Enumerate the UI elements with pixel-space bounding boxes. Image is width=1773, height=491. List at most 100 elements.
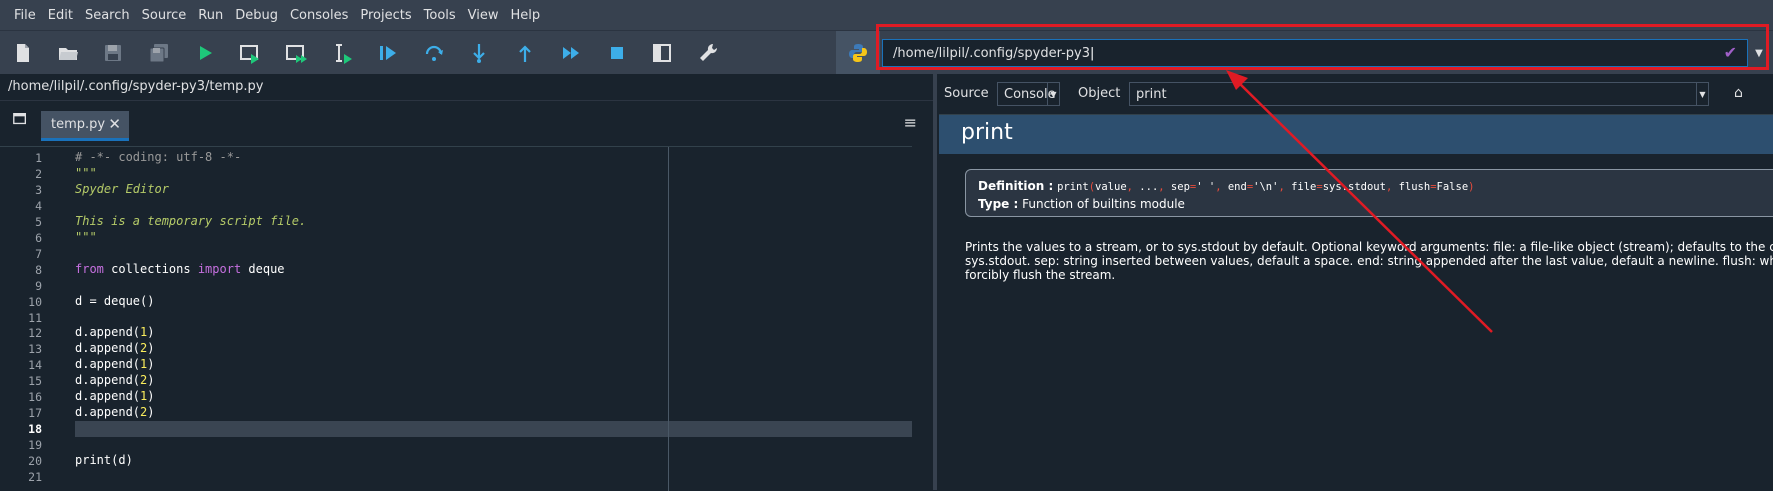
run-cell-advance-icon[interactable] [279, 36, 313, 70]
help-text-line: sys.stdout. sep: string inserted between… [965, 254, 1773, 268]
edge-line [668, 147, 669, 491]
run-cell-icon[interactable] [233, 36, 267, 70]
menu-file[interactable]: File [8, 8, 42, 23]
source-label: Source [944, 86, 989, 101]
stop-icon[interactable] [600, 36, 634, 70]
line-number: 16 [28, 390, 42, 405]
working-directory-input[interactable]: /home/lilpil/.config/spyder-py3 | ✔ [882, 39, 1748, 67]
run-selection-icon[interactable] [325, 36, 359, 70]
editor-pane: /home/lilpil/.config/spyder-py3/temp.py … [0, 74, 933, 491]
signature-part: value [1095, 181, 1127, 193]
editor-tab-bar: temp.py ✕ ≡ [0, 100, 933, 142]
python-path-button[interactable] [836, 31, 880, 75]
definition-signature: print(value, ..., sep=' ', end='\n', fil… [1057, 181, 1474, 193]
continue-icon[interactable] [554, 36, 588, 70]
signature-part: , [1158, 181, 1171, 193]
chevron-down-icon: ▼ [1047, 83, 1059, 105]
signature-name: print [1057, 181, 1089, 193]
line-number: 20 [28, 454, 42, 469]
line-number: 5 [35, 214, 42, 229]
signature-part: , [1215, 181, 1228, 193]
code-line: d.append(1) [75, 325, 155, 340]
run-icon[interactable] [188, 36, 222, 70]
code-line: d.append(1) [75, 389, 155, 404]
help-text-line: forcibly flush the stream. [965, 268, 1116, 282]
tab-options-menu-icon[interactable]: ≡ [904, 113, 917, 132]
step-over-icon[interactable] [417, 36, 451, 70]
object-value: print [1136, 86, 1167, 102]
maximize-pane-icon[interactable] [645, 36, 679, 70]
menu-view[interactable]: View [462, 8, 505, 23]
open-folder-icon[interactable] [51, 36, 85, 70]
menu-help[interactable]: Help [505, 8, 547, 23]
menu-run[interactable]: Run [192, 8, 229, 23]
signature-part: , [1385, 181, 1399, 193]
line-number: 14 [28, 358, 42, 373]
main-toolbar: /home/lilpil/.config/spyder-py3 | ✔ ▼ [0, 30, 1773, 75]
help-text-line: Prints the values to a stream, or to sys… [965, 240, 1773, 254]
working-directory-value: /home/lilpil/.config/spyder-py3 [893, 45, 1090, 61]
line-number: 4 [35, 198, 42, 213]
chevron-down-icon: ▼ [1696, 83, 1708, 105]
menu-consoles[interactable]: Consoles [284, 8, 354, 23]
line-number: 12 [28, 326, 42, 341]
help-description: Prints the values to a stream, or to sys… [965, 240, 1773, 282]
help-title-bar: print [939, 115, 1773, 154]
chevron-down-icon[interactable]: ▼ [1750, 39, 1768, 67]
menu-tools[interactable]: Tools [418, 8, 462, 23]
line-number: 15 [28, 374, 42, 389]
source-combobox[interactable]: Console ▼ [997, 82, 1060, 106]
type-value: Function of builtins module [1022, 197, 1185, 211]
preferences-icon[interactable] [691, 36, 725, 70]
code-line: d.append(1) [75, 357, 155, 372]
signature-part: sys.stdout [1322, 181, 1386, 193]
editor-scrollbar[interactable] [912, 146, 933, 490]
signature-part: sep [1170, 181, 1190, 193]
tab-label: temp.py [51, 117, 106, 132]
menu-source[interactable]: Source [136, 8, 193, 23]
save-all-icon[interactable] [142, 36, 176, 70]
checkmark-icon: ✔ [1723, 43, 1737, 62]
code-line: """ [75, 229, 97, 244]
line-number: 13 [28, 342, 42, 357]
line-number-gutter: 1 2 3 4 5 6 7 8 9 10 11 12 13 14 15 16 17 18 19 20 21 [0, 147, 70, 491]
code-line: Spyder Editor [75, 181, 169, 196]
object-label: Object [1078, 86, 1121, 101]
python-path-icon [841, 36, 875, 70]
debug-icon[interactable] [371, 36, 405, 70]
line-number: 2 [35, 166, 42, 181]
code-line: from collections import deque [75, 261, 285, 276]
help-pane: Source Console ▼ Object print ▼ ⌂ print … [937, 74, 1773, 490]
signature-part: ' ' [1196, 181, 1216, 193]
step-return-icon[interactable] [508, 36, 542, 70]
menu-edit[interactable]: Edit [42, 8, 79, 23]
code-line: d.append(2) [75, 373, 155, 388]
definition-label: Definition : [978, 179, 1054, 193]
line-number: 9 [35, 278, 42, 293]
code-editor[interactable]: 1 2 3 4 5 6 7 8 9 10 11 12 13 14 15 16 17 18 19 20 21 # -*- … [0, 146, 912, 491]
line-number: 19 [28, 438, 42, 453]
definition-line: Definition : print(value, ..., sep=' ', … [978, 179, 1474, 193]
type-line: Type : Function of builtins module [978, 197, 1185, 211]
new-file-icon[interactable] [6, 36, 40, 70]
menu-debug[interactable]: Debug [229, 8, 284, 23]
code-line: """ [75, 165, 97, 180]
save-icon[interactable] [96, 36, 130, 70]
browse-tabs-icon[interactable] [12, 111, 30, 129]
signature-part: , [1278, 181, 1292, 193]
object-combobox[interactable]: print ▼ [1129, 82, 1709, 106]
line-number: 17 [28, 406, 42, 421]
signature-part: '\n' [1253, 181, 1279, 193]
tab-temp-py[interactable]: temp.py ✕ [41, 111, 129, 141]
type-label: Type : [978, 197, 1019, 211]
menu-projects[interactable]: Projects [354, 8, 417, 23]
close-icon[interactable]: ✕ [108, 115, 121, 133]
step-into-icon[interactable] [462, 36, 496, 70]
help-title: print [961, 120, 1013, 145]
home-icon[interactable]: ⌂ [1734, 85, 1743, 101]
line-number: 21 [28, 470, 42, 484]
line-number: 11 [28, 310, 42, 325]
menu-search[interactable]: Search [79, 8, 136, 23]
menu-bar: File Edit Search Source Run Debug Consoles Proj… [0, 0, 1773, 30]
line-number: 6 [35, 230, 42, 245]
